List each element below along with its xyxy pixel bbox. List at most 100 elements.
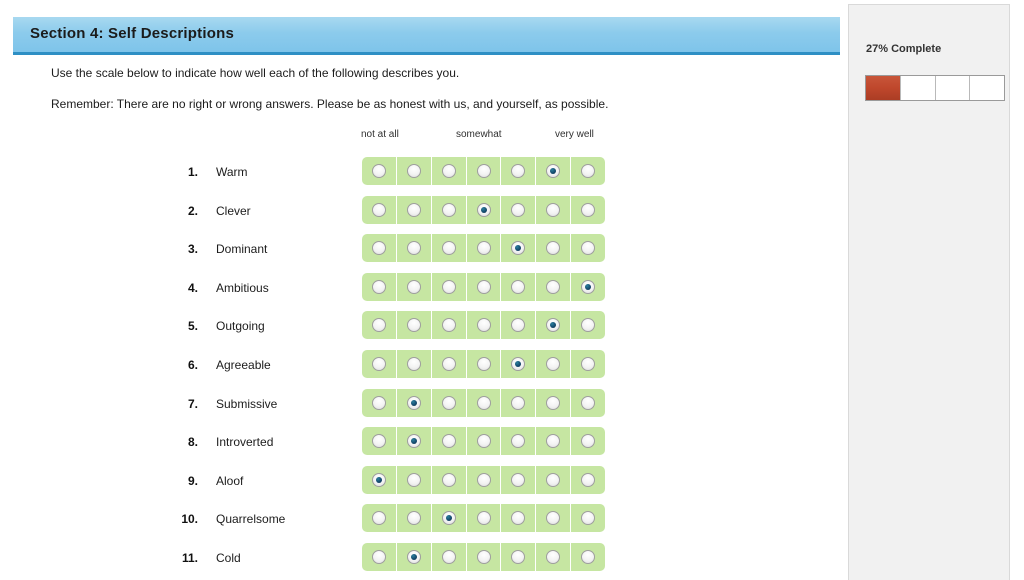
scale-cell[interactable] [501,311,537,340]
scale-cell[interactable] [432,504,467,533]
scale-cell[interactable] [501,388,537,417]
radio-button[interactable] [546,550,561,564]
radio-button[interactable] [476,241,491,256]
radio-button[interactable] [546,472,561,487]
radio-button[interactable] [546,357,561,371]
radio-button[interactable] [371,395,386,410]
scale-cell[interactable] [362,465,397,494]
radio-button[interactable] [371,202,386,217]
scale-cell[interactable] [362,504,397,533]
scale-cell[interactable] [362,350,397,378]
scale-cell[interactable] [397,427,432,456]
scale-cell[interactable] [501,543,537,571]
radio-button[interactable] [441,550,456,564]
radio-button[interactable] [581,279,596,294]
radio-button[interactable] [371,318,386,333]
scale-cell[interactable] [467,543,502,571]
scale-cell[interactable] [467,427,502,456]
radio-button[interactable] [441,511,456,526]
radio-button[interactable] [476,434,491,449]
scale-cell[interactable] [467,388,502,417]
scale-cell[interactable] [362,234,397,263]
radio-button[interactable] [406,434,421,449]
radio-button[interactable] [406,472,421,487]
scale-cell[interactable] [362,388,397,417]
scale-cell[interactable] [432,465,467,494]
scale-cell[interactable] [467,350,502,378]
scale-cell[interactable] [536,234,572,263]
radio-button[interactable] [441,164,456,178]
scale-cell[interactable] [362,272,397,301]
radio-button[interactable] [476,472,491,487]
radio-button[interactable] [371,279,386,294]
radio-button[interactable] [406,511,421,526]
radio-button[interactable] [406,202,421,217]
scale-cell[interactable] [571,504,605,532]
radio-button[interactable] [511,472,526,487]
radio-button[interactable] [581,318,596,333]
scale-cell[interactable] [571,350,605,378]
radio-button[interactable] [406,241,421,256]
radio-button[interactable] [441,279,456,294]
scale-cell[interactable] [397,388,432,417]
scale-cell[interactable] [362,157,397,185]
radio-button[interactable] [581,202,596,217]
radio-button[interactable] [581,241,596,256]
radio-button[interactable] [546,511,561,526]
scale-cell[interactable] [467,234,502,263]
scale-cell[interactable] [571,234,605,262]
scale-cell[interactable] [536,311,572,340]
radio-button[interactable] [581,511,596,526]
scale-cell[interactable] [536,427,572,456]
scale-cell[interactable] [432,157,467,185]
radio-button[interactable] [581,434,596,449]
scale-cell[interactable] [571,196,605,224]
scale-cell[interactable] [397,504,432,533]
scale-cell[interactable] [501,427,537,456]
radio-button[interactable] [441,241,456,256]
radio-button[interactable] [371,550,386,564]
radio-button[interactable] [441,395,456,410]
radio-button[interactable] [476,279,491,294]
radio-button[interactable] [511,434,526,449]
radio-button[interactable] [476,202,491,217]
radio-button[interactable] [406,164,421,178]
scale-cell[interactable] [397,465,432,494]
radio-button[interactable] [371,164,386,178]
scale-cell[interactable] [501,195,537,224]
radio-button[interactable] [546,395,561,410]
scale-cell[interactable] [536,272,572,301]
radio-button[interactable] [371,511,386,526]
radio-button[interactable] [546,279,561,294]
radio-button[interactable] [581,550,596,564]
scale-cell[interactable] [467,311,502,340]
radio-button[interactable] [371,357,386,371]
radio-button[interactable] [511,318,526,333]
radio-button[interactable] [476,395,491,410]
radio-button[interactable] [511,395,526,410]
radio-button[interactable] [406,318,421,333]
scale-cell[interactable] [432,195,467,224]
radio-button[interactable] [546,164,561,178]
scale-cell[interactable] [571,466,605,494]
scale-cell[interactable] [536,504,572,533]
scale-cell[interactable] [397,234,432,263]
radio-button[interactable] [441,472,456,487]
radio-button[interactable] [441,202,456,217]
scale-cell[interactable] [501,350,537,378]
scale-cell[interactable] [571,311,605,339]
radio-button[interactable] [511,511,526,526]
radio-button[interactable] [511,357,526,371]
scale-cell[interactable] [432,234,467,263]
scale-cell[interactable] [467,272,502,301]
radio-button[interactable] [581,164,596,178]
scale-cell[interactable] [536,543,572,571]
scale-cell[interactable] [397,272,432,301]
radio-button[interactable] [581,395,596,410]
radio-button[interactable] [441,434,456,449]
radio-button[interactable] [406,357,421,371]
scale-cell[interactable] [501,272,537,301]
scale-cell[interactable] [571,273,605,301]
scale-cell[interactable] [467,157,502,185]
radio-button[interactable] [441,357,456,371]
